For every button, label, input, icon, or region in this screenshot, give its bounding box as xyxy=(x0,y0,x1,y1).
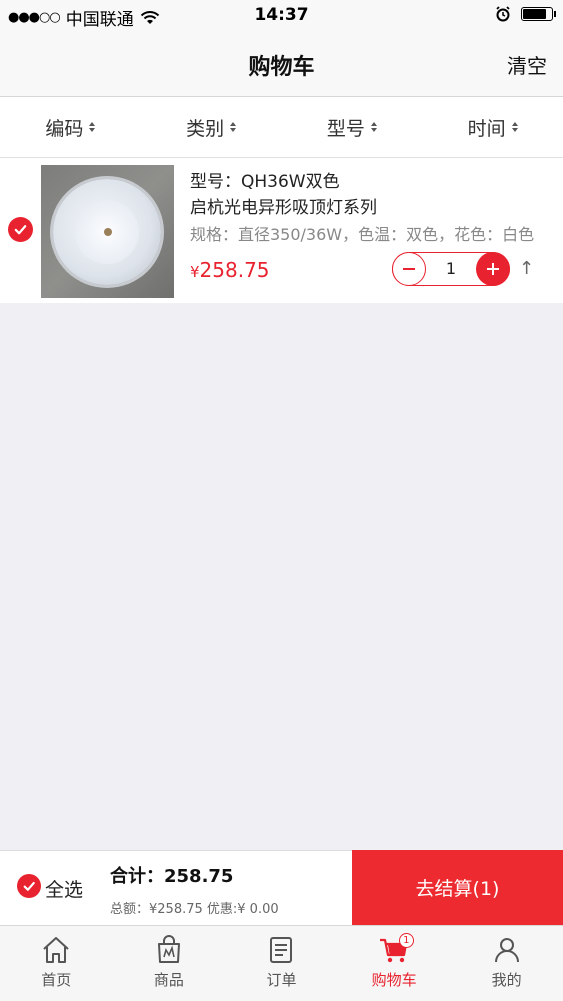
tab-cart[interactable]: 1 购物车 xyxy=(338,926,451,1001)
shopping-bag-icon xyxy=(157,935,180,963)
select-all-checkbox[interactable] xyxy=(17,874,41,898)
tab-label: 订单 xyxy=(266,971,297,989)
quantity-value[interactable]: 1 xyxy=(427,259,475,278)
product-name[interactable]: 启杭光电异形吸顶灯系列 xyxy=(190,193,377,218)
sort-by-time[interactable]: 时间 xyxy=(422,97,563,157)
sort-by-code[interactable]: 编码 xyxy=(0,97,141,157)
plus-icon xyxy=(487,263,499,275)
sort-arrows-icon xyxy=(89,122,96,132)
tab-label: 商品 xyxy=(153,971,184,989)
page-title: 购物车 xyxy=(248,55,315,80)
product-price: ¥258.75 xyxy=(190,258,270,282)
minus-icon xyxy=(403,268,415,270)
home-icon xyxy=(43,937,69,963)
product-spec: 规格：直径350/36W，色温：双色，花色：白色 xyxy=(190,225,535,244)
tab-label: 首页 xyxy=(41,971,72,989)
checkout-button[interactable]: 去结算(1) xyxy=(352,850,563,925)
total-amount: 合计：258.75 xyxy=(110,866,234,887)
product-image[interactable] xyxy=(41,165,174,298)
tab-products[interactable]: 商品 xyxy=(113,926,226,1001)
status-time: 14:37 xyxy=(254,5,309,25)
decrease-quantity-button[interactable] xyxy=(392,252,426,286)
item-checkbox[interactable] xyxy=(8,217,33,242)
clear-cart-button[interactable]: 清空 xyxy=(507,50,547,79)
currency-symbol: ¥ xyxy=(190,263,200,281)
sort-label: 型号 xyxy=(326,117,365,140)
user-icon xyxy=(494,938,519,963)
tab-profile[interactable]: 我的 xyxy=(450,926,563,1001)
status-right xyxy=(495,6,556,22)
sort-label: 时间 xyxy=(467,117,506,140)
battery-fill xyxy=(523,9,546,19)
sort-by-category[interactable]: 类别 xyxy=(141,97,282,157)
tab-label: 购物车 xyxy=(371,971,417,989)
tab-home[interactable]: 首页 xyxy=(0,926,113,1001)
tab-label: 我的 xyxy=(491,971,522,989)
battery-icon xyxy=(521,7,556,21)
quantity-stepper: 1 xyxy=(392,252,510,286)
sort-arrows-icon xyxy=(370,122,377,132)
sort-by-model[interactable]: 型号 xyxy=(282,97,423,157)
sort-arrows-icon xyxy=(230,122,237,132)
price-value: 258.75 xyxy=(199,258,270,282)
collapse-arrow-icon[interactable]: ↑ xyxy=(519,258,534,279)
nav-bar: 购物车 清空 xyxy=(0,32,563,97)
order-list-icon xyxy=(270,937,293,963)
select-all-label[interactable]: 全选 xyxy=(45,875,83,902)
sort-label: 编码 xyxy=(45,117,84,140)
product-model[interactable]: 型号：QH36W双色 xyxy=(190,167,340,192)
checkmark-icon xyxy=(14,225,27,235)
increase-quantity-button[interactable] xyxy=(476,252,510,286)
status-bar: ●●●○○ 中国联通 14:37 xyxy=(0,0,563,32)
sort-bar: 编码 类别 型号 时间 xyxy=(0,97,563,158)
amount-detail: 总额：¥258.75 优惠:¥ 0.00 xyxy=(110,902,279,917)
cart-badge: 1 xyxy=(398,933,414,948)
ceiling-lamp-shape xyxy=(53,179,161,285)
lamp-center xyxy=(75,200,139,264)
tab-bar: 首页 商品 订单 1 购物车 我的 xyxy=(0,925,563,1001)
sort-label: 类别 xyxy=(186,117,225,140)
tab-orders[interactable]: 订单 xyxy=(225,926,338,1001)
lamp-sensor xyxy=(104,228,112,236)
sort-arrows-icon xyxy=(511,122,518,132)
checkmark-icon xyxy=(23,881,35,891)
alarm-clock-icon xyxy=(496,6,510,22)
